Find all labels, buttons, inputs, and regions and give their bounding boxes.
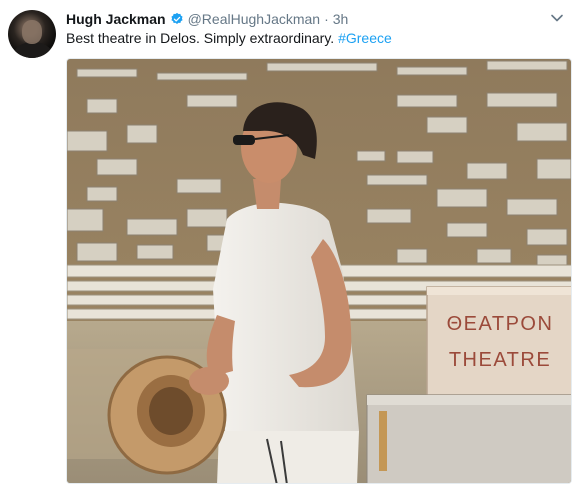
tweet-timestamp[interactable]: 3h <box>333 11 349 27</box>
tweet-body-text: Best theatre in Delos. Simply extraordin… <box>66 30 339 46</box>
avatar-shoulders <box>14 42 52 58</box>
author-name[interactable]: Hugh Jackman <box>66 11 166 27</box>
author-handle[interactable]: @RealHughJackman <box>188 11 321 27</box>
chevron-down-icon[interactable] <box>549 10 565 26</box>
tweet-text: Best theatre in Delos. Simply extraordin… <box>66 29 392 47</box>
sign-text-english: THEATRE <box>449 349 551 371</box>
avatar[interactable] <box>8 10 56 58</box>
avatar-face <box>22 20 42 44</box>
header-separator: · <box>324 11 329 27</box>
theatre-photo-illustration: ΘΕΑΤΡΟΝ THEATRE <box>67 59 571 483</box>
tweet-header: Hugh Jackman @RealHughJackman · 3h <box>66 10 348 28</box>
verified-badge-icon <box>171 12 183 24</box>
stone-slab <box>366 394 571 483</box>
tweet-card[interactable]: Hugh Jackman @RealHughJackman · 3h Best … <box>0 0 575 487</box>
hashtag-link[interactable]: #Greece <box>338 30 392 46</box>
tweet-photo[interactable]: ΘΕΑΤΡΟΝ THEATRE <box>66 58 572 484</box>
sign-text-greek: ΘΕΑΤΡΟΝ <box>447 313 554 335</box>
theatre-sign: ΘΕΑΤΡΟΝ THEATRE <box>426 286 571 396</box>
